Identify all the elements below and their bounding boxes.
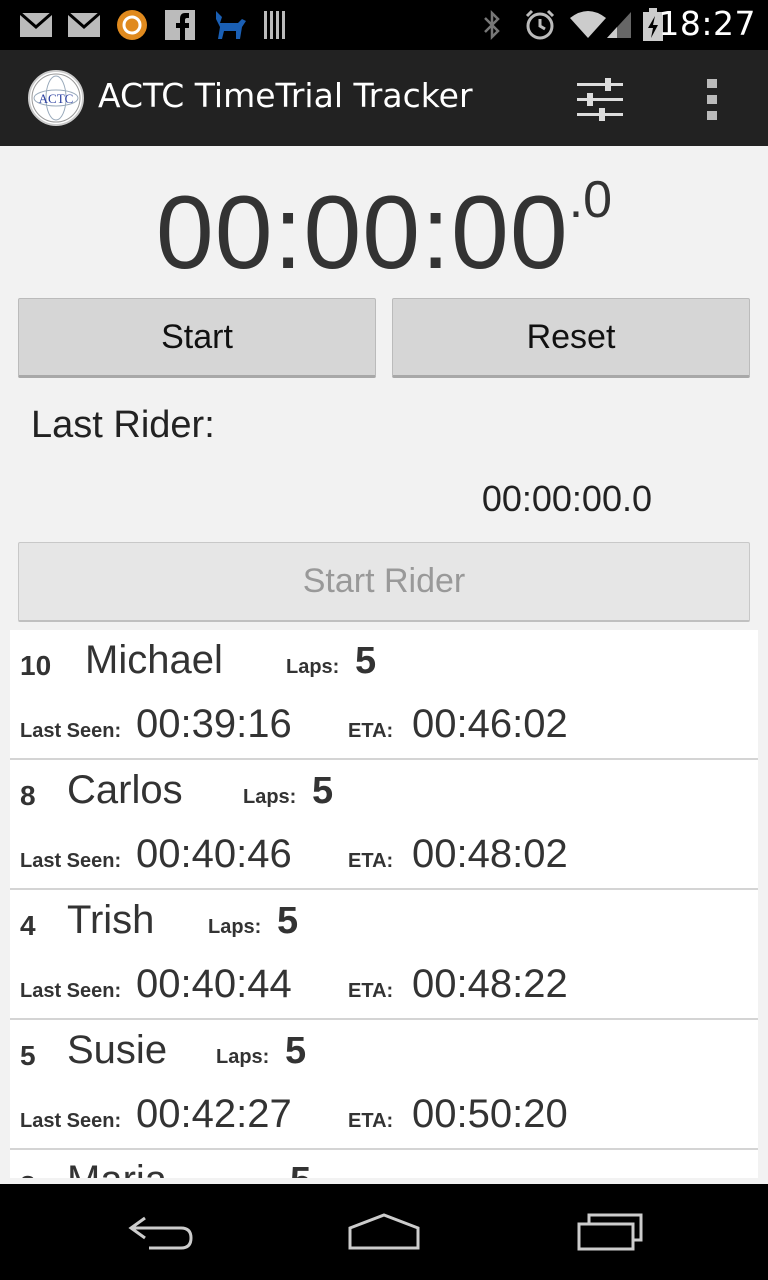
recents-icon[interactable]	[560, 1204, 660, 1260]
last-seen-time: 00:42:27	[136, 1092, 292, 1136]
rider-number: 10	[20, 650, 52, 681]
laps-count: 5	[277, 900, 299, 942]
eta-label: ETA:	[348, 1110, 394, 1132]
last-seen-label: Last Seen:	[20, 1110, 122, 1132]
rider-name: Maria	[67, 1158, 167, 1178]
facebook-icon	[164, 8, 196, 42]
rider-row[interactable]: 3 Maria 5	[10, 1150, 758, 1178]
barcode-icon	[262, 8, 290, 42]
last-seen-time: 00:40:44	[136, 962, 292, 1006]
deer-icon	[210, 8, 250, 42]
timer-tenths: .0	[568, 171, 613, 229]
eta-label: ETA:	[348, 980, 394, 1002]
mail-icon	[66, 8, 102, 42]
last-seen-label: Last Seen:	[20, 720, 122, 742]
start-button[interactable]: Start	[18, 298, 376, 378]
eta-time: 00:50:20	[412, 1092, 568, 1136]
overflow-menu-icon[interactable]	[684, 72, 740, 128]
rider-number: 5	[20, 1040, 36, 1071]
rider-name: Susie	[67, 1028, 168, 1072]
clock-time: 18:27	[658, 4, 756, 43]
action-bar: ACTC ACTC TimeTrial Tracker	[0, 50, 768, 146]
bluetooth-icon	[480, 8, 504, 42]
signal-icon	[604, 8, 634, 42]
laps-count: 5	[285, 1030, 307, 1072]
rider-name: Carlos	[67, 768, 183, 812]
logo-text: ACTC	[39, 91, 74, 106]
wifi-icon	[568, 8, 608, 42]
eta-time: 00:48:22	[412, 962, 568, 1006]
home-icon[interactable]	[334, 1204, 434, 1260]
last-seen-label: Last Seen:	[20, 850, 122, 872]
alarm-icon	[522, 8, 558, 42]
rider-row[interactable]: 8 Carlos Laps: 5 Last Seen: 00:40:46 ETA…	[10, 760, 758, 890]
laps-label: Laps:	[243, 786, 297, 808]
rider-row[interactable]: 4 Trish Laps: 5 Last Seen: 00:40:44 ETA:…	[10, 890, 758, 1020]
rider-number: 4	[20, 910, 36, 941]
main-content: 00:00:00.0 Start Reset Last Rider: 00:00…	[0, 146, 768, 1184]
eta-time: 00:48:02	[412, 832, 568, 876]
laps-label: Laps:	[208, 916, 262, 938]
app-logo[interactable]: ACTC	[28, 70, 84, 126]
rider-number: 3	[20, 1170, 36, 1178]
eta-label: ETA:	[348, 850, 394, 872]
last-rider-time: 00:00:00.0	[481, 478, 652, 519]
status-bar: 18:27	[0, 0, 768, 50]
rider-number: 8	[20, 780, 36, 811]
reset-button[interactable]: Reset	[392, 298, 750, 378]
mail-icon	[18, 8, 54, 42]
last-seen-time: 00:39:16	[136, 702, 292, 746]
start-rider-button[interactable]: Start Rider	[18, 542, 750, 622]
eta-label: ETA:	[348, 720, 394, 742]
last-rider-label: Last Rider:	[31, 404, 215, 446]
laps-count: 5	[312, 770, 334, 812]
rider-name: Trish	[67, 898, 155, 942]
back-icon[interactable]	[110, 1204, 210, 1260]
race-timer: 00:00:00.0	[0, 171, 768, 293]
laps-count: 5	[290, 1160, 311, 1178]
laps-count: 5	[355, 640, 377, 682]
app-title: ACTC TimeTrial Tracker	[98, 76, 473, 115]
rider-name: Michael	[85, 638, 223, 682]
sliders-icon[interactable]	[572, 72, 628, 128]
app-circle-icon	[114, 8, 150, 42]
eta-time: 00:46:02	[412, 702, 568, 746]
rider-row[interactable]: 5 Susie Laps: 5 Last Seen: 00:42:27 ETA:…	[10, 1020, 758, 1150]
last-seen-label: Last Seen:	[20, 980, 122, 1002]
navigation-bar	[0, 1184, 768, 1280]
laps-label: Laps:	[286, 656, 340, 678]
rider-row[interactable]: 10 Michael Laps: 5 Last Seen: 00:39:16 E…	[10, 630, 758, 760]
last-seen-time: 00:40:46	[136, 832, 292, 876]
rider-list[interactable]: 10 Michael Laps: 5 Last Seen: 00:39:16 E…	[10, 630, 758, 1178]
laps-label: Laps:	[216, 1046, 270, 1068]
timer-main: 00:00:00	[155, 175, 569, 291]
